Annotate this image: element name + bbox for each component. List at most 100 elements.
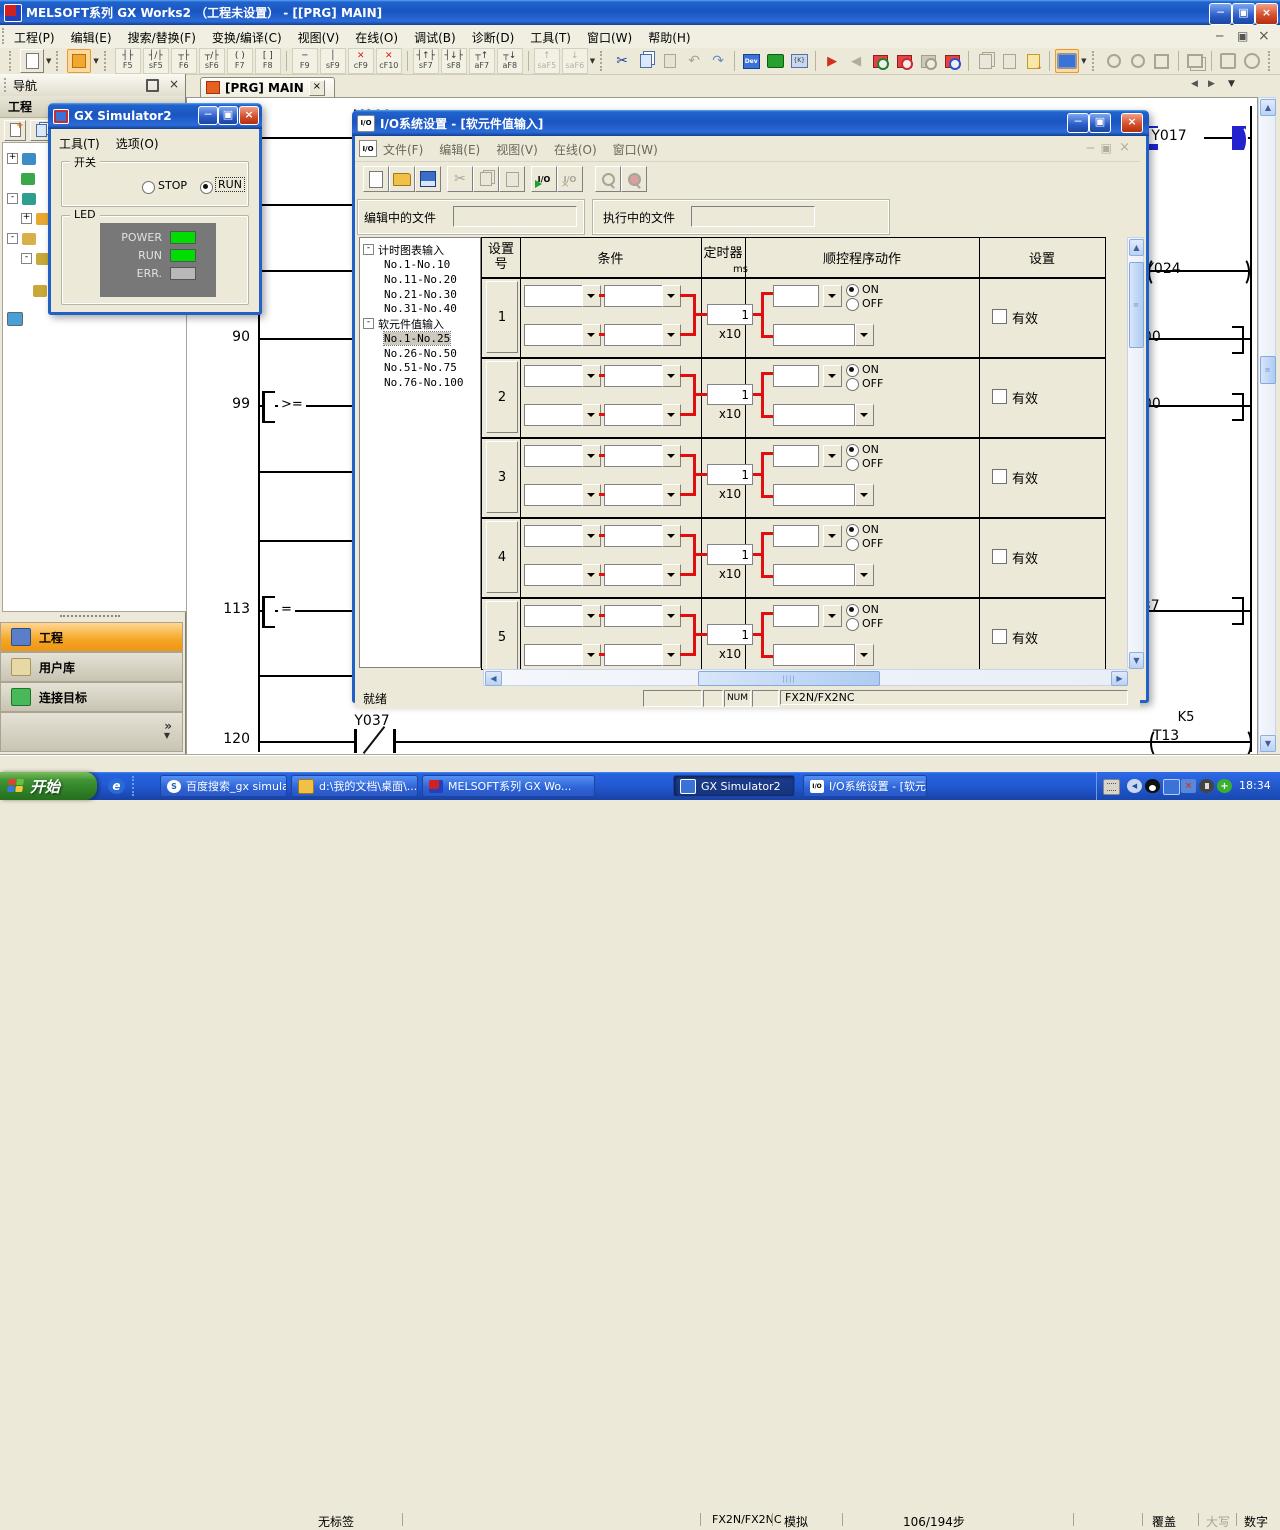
simulator-title-bar[interactable]: GX Simulator2 ─ ▣ × [48, 103, 262, 129]
tree-item[interactable]: No.31-No.40 [384, 301, 457, 316]
combo-arrow-icon[interactable] [662, 484, 681, 506]
scroll-right-icon[interactable]: ▶ [1111, 671, 1128, 686]
action-device-combo[interactable] [773, 644, 855, 666]
stop-radio[interactable] [142, 181, 155, 194]
io-close-button[interactable]: × [1121, 113, 1143, 133]
simulator-restore-button[interactable]: ▣ [218, 106, 238, 125]
valid-checkbox[interactable] [992, 629, 1007, 644]
valid-checkbox[interactable] [992, 469, 1007, 484]
tray-antivirus-icon[interactable]: + [1217, 779, 1232, 793]
combo-arrow-icon[interactable] [823, 445, 842, 467]
action-device-combo[interactable] [773, 365, 819, 387]
condition-device-combo[interactable] [524, 605, 583, 627]
tree-item[interactable]: No.26-No.50 [384, 346, 457, 361]
condition-value-combo[interactable] [604, 365, 663, 387]
quick-launch-ie-icon[interactable]: e [108, 778, 125, 794]
action-device-combo[interactable] [773, 285, 819, 307]
ladder-key-sf9[interactable]: │sF9 [320, 48, 346, 74]
nav-button-user-library[interactable]: 用户库 [0, 652, 183, 682]
tree-item[interactable]: No.11-No.20 [384, 272, 457, 287]
condition-device-combo[interactable] [524, 644, 583, 666]
simulator-minimize-button[interactable]: ─ [198, 106, 218, 125]
collapse-icon[interactable]: - [7, 233, 18, 244]
io-save-icon[interactable] [415, 166, 441, 192]
timer-value-input[interactable]: 1 [707, 624, 753, 645]
tray-qq-icon[interactable] [1145, 779, 1160, 793]
menu-debug[interactable]: 调试(B) [414, 29, 456, 46]
start-button[interactable]: 开始 [0, 772, 97, 800]
combo-arrow-icon[interactable] [855, 324, 874, 346]
condition-value-combo[interactable] [604, 525, 663, 547]
copy-icon[interactable] [635, 50, 657, 72]
condition-value-combo[interactable] [604, 564, 663, 586]
condition-value-combo[interactable] [604, 445, 663, 467]
restore-button[interactable]: ▣ [1232, 3, 1255, 25]
valid-checkbox[interactable] [992, 549, 1007, 564]
io-menu-view[interactable]: 视图(V) [496, 141, 538, 158]
simulator-menu-options[interactable]: 选项(O) [116, 135, 159, 152]
splitter-handle[interactable] [60, 615, 120, 617]
on-radio[interactable] [846, 364, 859, 377]
tray-volume-icon[interactable] [1199, 779, 1214, 793]
tree-dropdown-icon[interactable]: ▼ [93, 57, 98, 65]
scroll-thumb[interactable]: |||| [698, 671, 880, 686]
nav-new-icon[interactable]: + [4, 120, 26, 141]
run-radio[interactable] [200, 181, 213, 194]
taskbar-item-gxworks[interactable]: MELSOFT系列 GX Wo... [422, 775, 595, 797]
cut-icon[interactable]: ✂ [611, 50, 633, 72]
action-device-combo[interactable] [773, 564, 855, 586]
combo-arrow-icon[interactable] [855, 484, 874, 506]
condition-device-combo[interactable] [524, 484, 583, 506]
running-file-field[interactable] [691, 206, 815, 227]
menu-project[interactable]: 工程(P) [14, 29, 55, 46]
scroll-down-icon[interactable]: ▼ [1260, 735, 1276, 752]
monitor-start-icon[interactable] [869, 50, 891, 72]
scroll-down-icon[interactable]: ▼ [1129, 652, 1144, 669]
action-device-combo[interactable] [773, 525, 819, 547]
ladder-key-sf5[interactable]: ┤/├sF5 [143, 48, 169, 74]
action-device-combo[interactable] [773, 484, 855, 506]
collapse-icon[interactable]: - [363, 318, 374, 329]
ladder-vscrollbar[interactable]: ▲ ≡ ▼ [1258, 97, 1276, 752]
row-number-button[interactable]: 5 [486, 601, 518, 670]
close-button[interactable]: × [1255, 3, 1278, 25]
tab-prg-main[interactable]: [PRG] MAIN × [200, 77, 335, 97]
off-radio[interactable] [846, 298, 859, 311]
ladder-key-af8[interactable]: ┬↓aF8 [497, 48, 523, 74]
scroll-left-icon[interactable]: ◀ [485, 671, 502, 686]
on-radio[interactable] [846, 444, 859, 457]
scroll-thumb[interactable]: ≡ [1129, 262, 1144, 348]
simulation-button[interactable] [1055, 49, 1079, 73]
menu-view[interactable]: 视图(V) [298, 29, 340, 46]
tab-list-icon[interactable]: ▼ [1228, 79, 1235, 89]
io-new-icon[interactable] [363, 166, 389, 192]
row-number-button[interactable]: 4 [486, 521, 518, 593]
new-dropdown-icon[interactable]: ▼ [46, 57, 51, 65]
off-radio[interactable] [846, 618, 859, 631]
redo-icon[interactable]: ↷ [707, 50, 729, 72]
combo-arrow-icon[interactable] [662, 445, 681, 467]
simulator-close-button[interactable]: × [239, 106, 259, 125]
panel-close-icon[interactable]: × [169, 77, 179, 91]
io-menu-edit[interactable]: 编辑(E) [439, 141, 480, 158]
write-to-plc-icon[interactable]: ▶ [821, 50, 843, 72]
condition-value-combo[interactable] [604, 324, 663, 346]
on-radio[interactable] [846, 284, 859, 297]
row-number-button[interactable]: 1 [486, 281, 518, 353]
on-radio[interactable] [846, 604, 859, 617]
off-radio[interactable] [846, 458, 859, 471]
collapse-icon[interactable]: - [363, 244, 374, 255]
menu-tools[interactable]: 工具(T) [530, 29, 571, 46]
valid-checkbox[interactable] [992, 389, 1007, 404]
combo-arrow-icon[interactable] [823, 605, 842, 627]
ladder-key-sf6[interactable]: ┬/├sF6 [199, 48, 225, 74]
taskbar-item-iosetting[interactable]: I/O I/O系统设置 - [软元... [803, 775, 927, 797]
io-vscrollbar[interactable]: ▲ ≡ ▼ [1127, 237, 1144, 668]
scroll-thumb[interactable]: ≡ [1260, 356, 1276, 384]
off-radio[interactable] [846, 538, 859, 551]
action-device-combo[interactable] [773, 324, 855, 346]
ladder-key-af7[interactable]: ┬↑aF7 [469, 48, 495, 74]
combo-arrow-icon[interactable] [855, 404, 874, 426]
ladder-dropdown-icon[interactable]: ▼ [590, 57, 595, 65]
io-dialog-title-bar[interactable]: I/O I/O系统设置 - [软元件值输入] ─ ▣ × [352, 110, 1149, 136]
